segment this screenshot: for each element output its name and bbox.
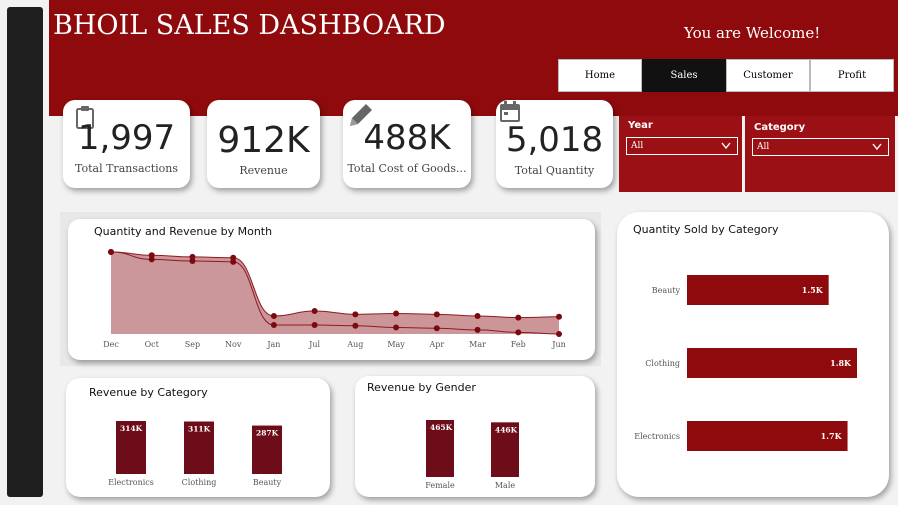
kpi-value: 912K <box>217 120 310 161</box>
x-tick-label: Jul <box>308 340 320 349</box>
data-point <box>148 256 155 263</box>
data-label: 314K <box>120 424 143 433</box>
x-tick-label: Oct <box>145 340 160 349</box>
data-label: 1.5K <box>802 285 824 295</box>
data-point <box>270 312 277 319</box>
data-label: 311K <box>188 425 211 434</box>
tab-customer[interactable]: Customer <box>726 59 810 92</box>
tab-label: Home <box>584 70 616 81</box>
kpi-card-quantity: 5,018 Total Quantity <box>496 100 613 188</box>
x-tick-label: Jun <box>551 340 566 349</box>
kpi-label: Total Cost of Goods... <box>347 162 467 175</box>
chevron-down-icon <box>872 143 882 151</box>
kpi-card-cost-of-goods: 488K Total Cost of Goods... <box>343 100 471 188</box>
kpi-label: Revenue <box>239 164 288 177</box>
year-slicer-value: All <box>631 141 644 151</box>
x-tick-label: Apr <box>428 340 444 349</box>
hbar-chart: Beauty 1.5K Clothing 1.8K Electronics 1.7K <box>634 275 857 451</box>
x-tick-label: Sep <box>185 340 200 349</box>
x-tick-label: May <box>387 340 405 349</box>
category-bar-chart: 314K Electronics 311K Clothing 287K Beauty <box>108 421 282 487</box>
year-slicer-dropdown[interactable]: All <box>626 137 738 155</box>
year-slicer-label: Year <box>628 120 653 131</box>
page-title: BHOIL SALES DASHBOARD <box>53 10 446 41</box>
x-tick-label: Aug <box>346 340 363 349</box>
data-point <box>515 314 522 321</box>
data-point <box>311 321 318 328</box>
left-sidebar-bar <box>7 7 43 497</box>
tab-sales[interactable]: Sales <box>642 59 726 92</box>
revenue-by-category-card: Revenue by Category 314K Electronics 311K C… <box>66 378 330 497</box>
data-point <box>393 310 400 317</box>
data-point <box>108 249 114 255</box>
kpi-card-transactions: 1,997 Total Transactions <box>63 100 190 188</box>
data-point <box>230 258 237 265</box>
kpi-label: Total Quantity <box>514 164 595 177</box>
x-tick-label: Clothing <box>182 478 217 487</box>
y-tick-label: Beauty <box>652 286 681 295</box>
data-label: 465K <box>430 423 453 432</box>
data-point <box>515 329 522 336</box>
kpi-value: 488K <box>363 118 451 158</box>
category-slicer-dropdown[interactable]: All <box>752 138 889 156</box>
y-tick-label: Electronics <box>634 432 680 441</box>
y-tick-label: Clothing <box>645 359 680 368</box>
data-point <box>270 321 277 328</box>
revenue-by-gender-card: Revenue by Gender 465K Female 446K Male <box>355 376 595 497</box>
kpi-label: Total Transactions <box>75 162 178 175</box>
data-label: 287K <box>256 429 279 438</box>
slicer-divider <box>742 116 745 192</box>
quantity-by-category-card: Quantity Sold by Category Beauty 1.5K Clot… <box>617 212 889 497</box>
data-point <box>556 331 562 337</box>
kpi-value: 5,018 <box>505 120 604 160</box>
data-label: 446K <box>495 425 518 434</box>
data-point <box>556 313 562 320</box>
x-tick-label: Dec <box>103 340 119 349</box>
tab-home[interactable]: Home <box>558 59 642 92</box>
x-tick-label: Jan <box>266 340 280 349</box>
data-point <box>433 311 440 318</box>
data-point <box>393 324 400 331</box>
x-tick-label: Female <box>425 481 455 490</box>
tab-label: Sales <box>670 70 698 81</box>
data-point <box>474 326 481 333</box>
area-chart: Dec Oct Sep Nov Jan Jul Aug May Apr Mar Feb Jun <box>103 249 566 349</box>
x-tick-label: Nov <box>225 340 242 349</box>
x-tick-label: Male <box>495 481 516 490</box>
data-point <box>352 311 359 318</box>
data-point <box>433 325 440 332</box>
x-tick-label: Beauty <box>253 478 282 487</box>
data-point <box>189 258 196 265</box>
data-label: 1.7K <box>821 431 843 441</box>
x-tick-label: Electronics <box>108 478 154 487</box>
data-point <box>474 312 481 319</box>
kpi-card-revenue: 912K Revenue <box>207 100 320 188</box>
x-tick-label: Mar <box>469 340 486 349</box>
data-label: 1.8K <box>830 358 852 368</box>
tab-label: Profit <box>837 70 867 81</box>
tab-label: Customer <box>743 70 793 81</box>
tab-profit[interactable]: Profit <box>810 59 894 92</box>
data-point <box>352 322 359 329</box>
welcome-text: You are Welcome! <box>684 24 821 42</box>
gender-bar-chart: 465K Female 446K Male <box>425 420 519 490</box>
data-point <box>311 308 318 315</box>
x-tick-label: Feb <box>511 340 526 349</box>
chevron-down-icon <box>721 142 731 150</box>
kpi-value: 1,997 <box>77 118 176 158</box>
category-slicer-value: All <box>757 142 770 152</box>
quantity-revenue-chart-card: Quantity and Revenue by Month Dec Oct Sep N… <box>68 219 595 360</box>
category-slicer-label: Category <box>754 122 806 133</box>
